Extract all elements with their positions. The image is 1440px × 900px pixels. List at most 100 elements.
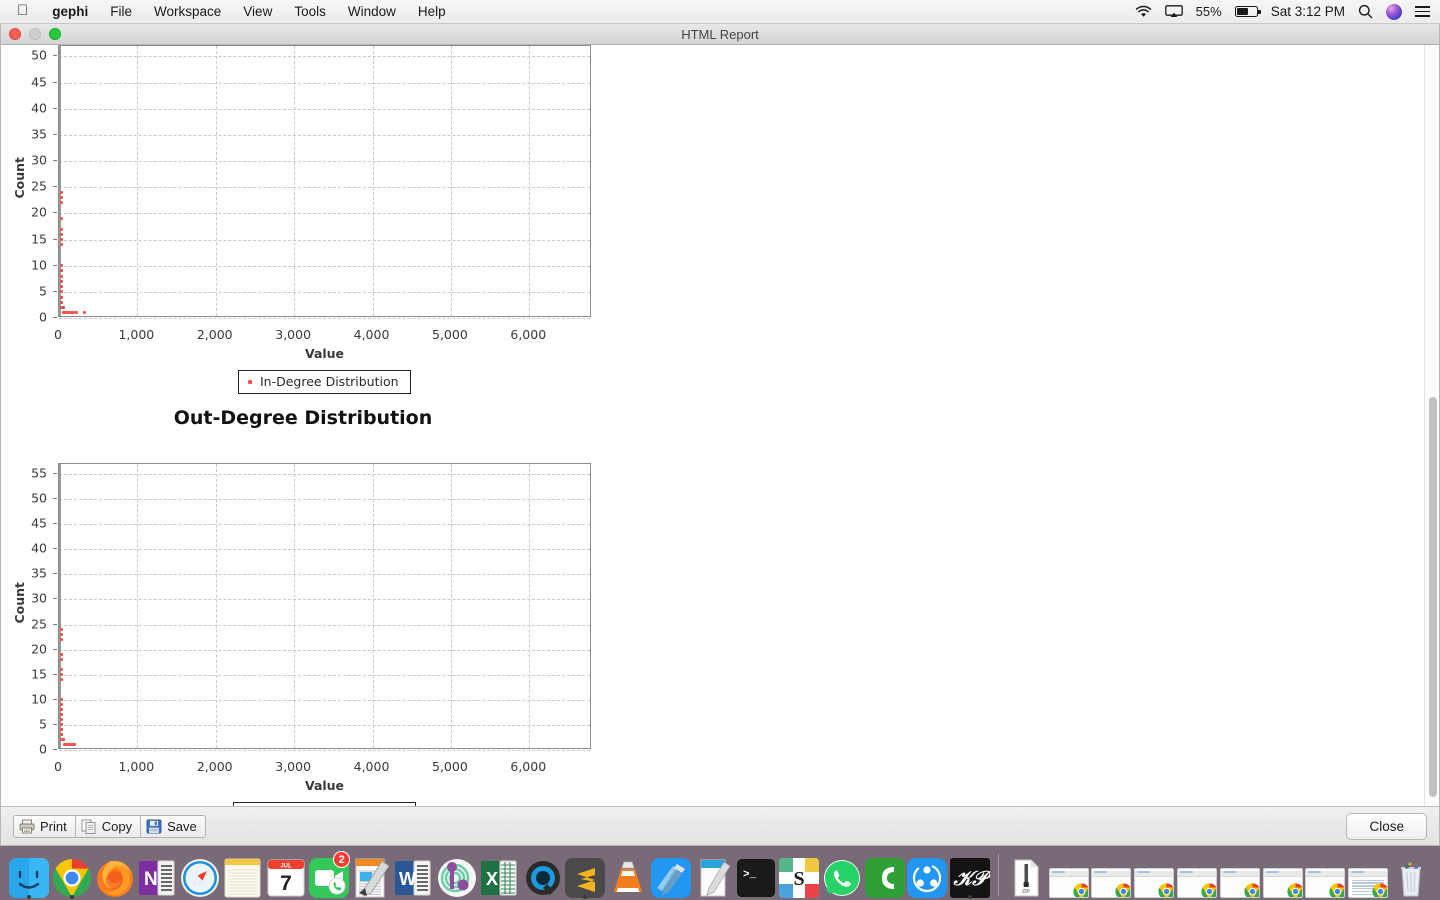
x-axis-tick-label: 3,000 xyxy=(275,327,312,342)
chrome-badge-icon xyxy=(1329,883,1345,897)
dock-minimized-window[interactable] xyxy=(1134,853,1175,898)
data-point xyxy=(60,295,63,299)
report-scroll-region[interactable]: 0 5 10 15 20 25 30 35 40 45 50 0 1,000 2,000 3,000 4,00… xyxy=(1,45,1424,806)
dock-item-safari[interactable] xyxy=(180,853,221,898)
apple-menu-icon[interactable]:  xyxy=(0,3,41,20)
gridline-horizontal xyxy=(59,108,590,110)
dock-item-rstudio[interactable] xyxy=(437,853,478,898)
dock-item-firefox[interactable] xyxy=(95,853,136,898)
gridline-horizontal xyxy=(59,574,590,576)
print-button[interactable]: Print xyxy=(13,814,76,838)
gridline-vertical xyxy=(529,464,531,748)
dock-item-calendar[interactable]: JUL 7 xyxy=(266,853,307,898)
data-point xyxy=(60,668,63,672)
dock-item-xcode[interactable] xyxy=(650,853,691,898)
menu-item-view[interactable]: View xyxy=(232,0,283,24)
dock-item-sublime-text[interactable] xyxy=(565,853,606,899)
dock-item-quicksilver[interactable] xyxy=(522,853,563,898)
dock-item-slack[interactable]: S xyxy=(779,853,820,898)
shareit-icon xyxy=(907,858,948,898)
gephi-icon: 𝒦𝒫 xyxy=(950,858,991,898)
minimized-window-thumbnail xyxy=(1348,868,1389,898)
dock-item-pages[interactable] xyxy=(351,853,392,898)
airplay-icon[interactable] xyxy=(1164,5,1183,18)
dock-item-terminal[interactable]: >_ xyxy=(736,853,777,898)
dock-item-microsoft-excel[interactable]: X xyxy=(479,853,520,898)
zoom-window-button[interactable] xyxy=(49,28,61,40)
dock-minimized-window[interactable] xyxy=(1305,853,1346,898)
dock-item-notes[interactable] xyxy=(223,853,264,898)
wifi-icon[interactable] xyxy=(1135,5,1152,18)
chrome-badge-icon xyxy=(1158,883,1174,897)
dock-item-vlc[interactable] xyxy=(608,853,649,898)
battery-icon[interactable] xyxy=(1234,6,1261,17)
x-axis-tick-label: 2,000 xyxy=(196,327,233,342)
gridline-vertical xyxy=(215,46,217,316)
data-point xyxy=(60,658,63,662)
data-point xyxy=(60,290,63,294)
close-window-button[interactable] xyxy=(9,28,21,40)
dock-item-whatsapp[interactable] xyxy=(822,853,863,898)
dock-item-microsoft-word[interactable]: W xyxy=(394,853,435,898)
legend-label: Out-Degree Distribution xyxy=(255,806,405,807)
screen:  gephi File Workspace View Tools Window… xyxy=(0,0,1440,900)
x-axis-tick-label: 5,000 xyxy=(432,759,468,774)
notification-center-icon[interactable] xyxy=(1415,6,1430,17)
dock-item-preview[interactable] xyxy=(693,853,734,898)
save-button[interactable]: Save xyxy=(140,814,206,838)
spotlight-search-icon[interactable] xyxy=(1358,4,1373,19)
dock-item-camtasia[interactable] xyxy=(864,853,905,898)
siri-icon[interactable] xyxy=(1386,3,1402,20)
y-axis-tick-label: 15 xyxy=(31,666,47,682)
y-axis-tick-label: 10 xyxy=(31,257,47,273)
vertical-scrollbar[interactable] xyxy=(1424,45,1439,806)
window-titlebar[interactable]: HTML Report xyxy=(1,24,1439,45)
y-axis-tick-label: 45 xyxy=(31,515,47,531)
dock-item-trash[interactable] xyxy=(1390,853,1431,898)
dock-minimized-window[interactable] xyxy=(1091,853,1132,898)
pages-icon xyxy=(352,858,392,898)
dock-item-finder[interactable] xyxy=(9,853,50,899)
dock-item-shareit[interactable] xyxy=(907,853,948,898)
menu-item-app[interactable]: gephi xyxy=(41,0,99,24)
y-axis-tickmark xyxy=(53,107,57,109)
data-point xyxy=(73,743,77,747)
dock-item-gephi[interactable]: 𝒦𝒫 xyxy=(950,853,991,899)
gridline-vertical xyxy=(215,464,217,748)
y-axis-tickmark xyxy=(53,573,57,575)
dock-item-facetime[interactable]: 2 xyxy=(308,851,351,898)
svg-text:>_: >_ xyxy=(743,869,757,881)
minimize-window-button[interactable] xyxy=(29,28,41,40)
clock-label[interactable]: Sat 3:12 PM xyxy=(1271,4,1345,19)
data-point xyxy=(60,243,63,247)
gridline-horizontal xyxy=(59,134,590,136)
dock-minimized-window[interactable] xyxy=(1219,853,1260,898)
gridline-horizontal xyxy=(59,161,590,163)
scrollbar-thumb[interactable] xyxy=(1428,397,1437,797)
microsoft-excel-icon: X xyxy=(480,858,520,898)
dock-item-onenote[interactable]: N xyxy=(137,853,178,898)
dock-minimized-window[interactable] xyxy=(1348,853,1389,898)
dock-item-google-chrome[interactable] xyxy=(52,853,93,899)
close-report-button[interactable]: Close xyxy=(1346,812,1427,840)
dock-minimized-window[interactable] xyxy=(1048,853,1089,898)
x-axis-tick-label: 0 xyxy=(54,327,62,342)
menu-item-window[interactable]: Window xyxy=(337,0,407,24)
menu-item-tools[interactable]: Tools xyxy=(283,0,337,24)
svg-text:ZIP: ZIP xyxy=(1022,889,1030,895)
dock-minimized-window[interactable] xyxy=(1177,853,1218,898)
svg-text:W: W xyxy=(399,869,416,889)
copy-button[interactable]: Copy xyxy=(74,814,142,838)
x-axis-tick-label: 6,000 xyxy=(510,327,547,342)
menu-item-workspace[interactable]: Workspace xyxy=(143,0,232,24)
dock-minimized-window[interactable] xyxy=(1262,853,1303,898)
running-indicator xyxy=(968,895,973,899)
dock-item-zip-file[interactable]: ZIP xyxy=(1006,853,1047,898)
menu-item-file[interactable]: File xyxy=(99,0,143,24)
y-axis-tickmark xyxy=(53,523,57,525)
svg-text:S: S xyxy=(794,868,805,890)
menu-bar-status-items: 55% Sat 3:12 PM xyxy=(1135,0,1440,23)
chrome-badge-icon xyxy=(1201,883,1216,897)
x-axis-title: Value xyxy=(304,778,345,793)
menu-item-help[interactable]: Help xyxy=(407,0,457,24)
